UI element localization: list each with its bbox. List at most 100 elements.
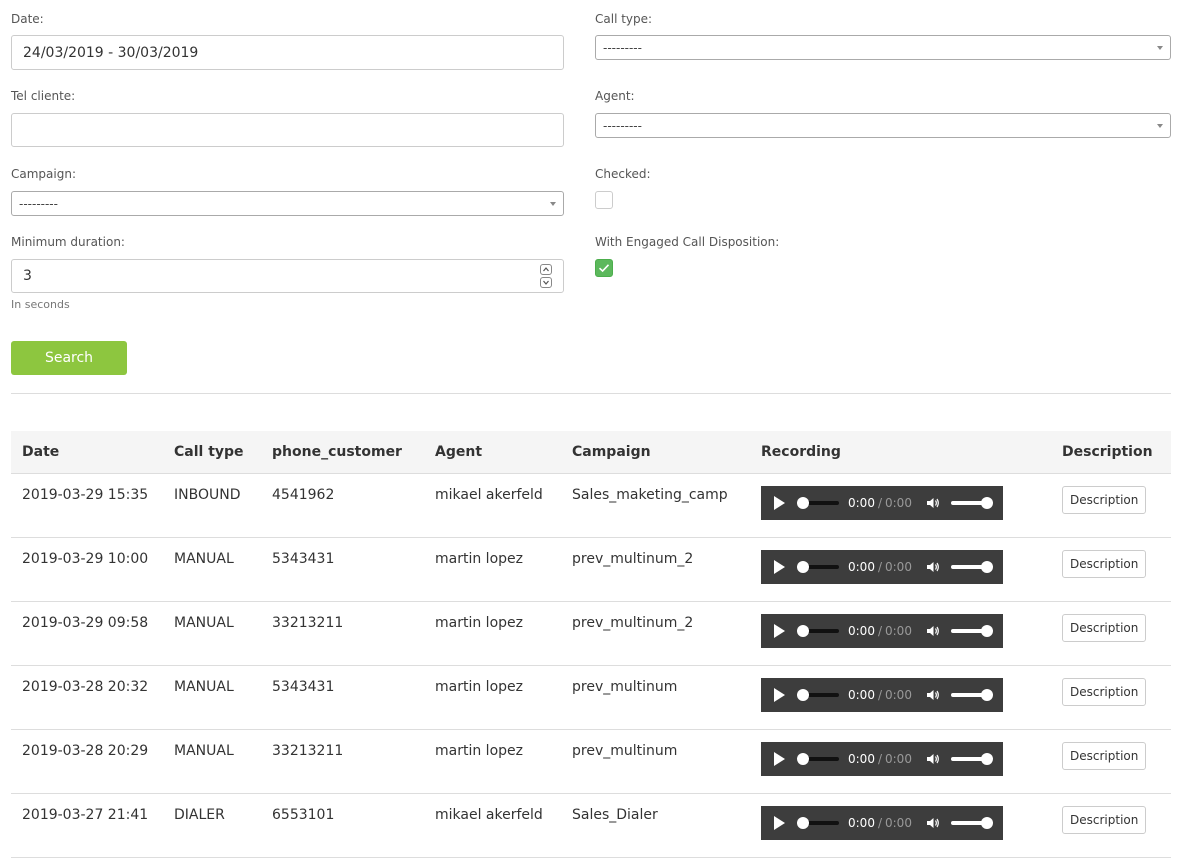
- volume-icon[interactable]: [926, 624, 940, 638]
- col-phone-customer: phone_customer: [261, 431, 424, 474]
- play-icon[interactable]: [774, 624, 785, 638]
- row-call-type: MANUAL: [174, 615, 234, 631]
- col-agent: Agent: [424, 431, 561, 474]
- audio-player[interactable]: 0:00 / 0:00: [761, 550, 1003, 584]
- volume-slider[interactable]: [950, 689, 993, 701]
- volume-icon[interactable]: [926, 752, 940, 766]
- seek-slider[interactable]: [797, 689, 839, 701]
- row-date: 2019-03-28 20:29: [22, 743, 149, 759]
- volume-handle[interactable]: [980, 625, 993, 637]
- time-separator: /: [877, 752, 882, 766]
- cell-campaign: prev_multinum: [561, 665, 750, 730]
- description-button[interactable]: Description: [1062, 678, 1147, 706]
- description-button[interactable]: Description: [1062, 614, 1147, 642]
- stepper-up-icon[interactable]: [540, 264, 552, 275]
- volume-handle[interactable]: [980, 561, 993, 573]
- date-range-input[interactable]: 24/03/2019 - 30/03/2019: [11, 35, 564, 70]
- volume-slider[interactable]: [950, 625, 993, 637]
- row-phone: 5343431: [272, 679, 335, 695]
- time-current: 0:00: [848, 624, 875, 638]
- cell-call-type: MANUAL: [163, 729, 261, 794]
- stepper-down-icon[interactable]: [540, 277, 552, 288]
- volume-slider[interactable]: [950, 497, 993, 509]
- description-button[interactable]: Description: [1062, 806, 1147, 834]
- min-duration-input[interactable]: 3: [11, 259, 564, 293]
- row-agent: mikael akerfeld: [435, 807, 543, 823]
- agent-select[interactable]: ---------: [595, 113, 1171, 138]
- volume-handle[interactable]: [980, 497, 993, 509]
- chevron-down-icon: [550, 201, 556, 206]
- seek-slider[interactable]: [797, 753, 839, 765]
- cell-campaign: prev_multinum: [561, 729, 750, 794]
- play-icon[interactable]: [774, 496, 785, 510]
- volume-handle[interactable]: [980, 689, 993, 701]
- col-recording: Recording: [750, 431, 1051, 474]
- row-phone: 5343431: [272, 551, 335, 567]
- play-icon[interactable]: [774, 816, 785, 830]
- cell-phone: 5343431: [261, 665, 424, 730]
- play-icon[interactable]: [774, 688, 785, 702]
- seek-handle[interactable]: [797, 497, 809, 509]
- table-row: 2019-03-29 10:00 MANUAL 5343431 martin l…: [11, 537, 1171, 602]
- volume-handle[interactable]: [980, 753, 993, 765]
- time-duration: 0:00: [885, 816, 912, 830]
- audio-player[interactable]: 0:00 / 0:00: [761, 806, 1003, 840]
- search-button[interactable]: Search: [11, 341, 127, 375]
- call-type-select[interactable]: ---------: [595, 35, 1171, 60]
- row-campaign: Sales_maketing_camp: [572, 487, 728, 503]
- seek-slider[interactable]: [797, 625, 839, 637]
- checked-checkbox[interactable]: [595, 191, 613, 209]
- cell-recording: 0:00 / 0:00: [750, 473, 1051, 538]
- call-type-selected: ---------: [603, 40, 642, 55]
- cell-recording: 0:00 / 0:00: [750, 665, 1051, 730]
- volume-handle[interactable]: [980, 817, 993, 829]
- number-stepper[interactable]: [540, 264, 552, 288]
- seek-handle[interactable]: [797, 817, 809, 829]
- agent-label: Agent:: [595, 89, 635, 103]
- time-separator: /: [877, 816, 882, 830]
- seek-slider[interactable]: [797, 561, 839, 573]
- audio-player[interactable]: 0:00 / 0:00: [761, 486, 1003, 520]
- cell-phone: 33213211: [261, 601, 424, 666]
- volume-icon[interactable]: [926, 688, 940, 702]
- description-button[interactable]: Description: [1062, 742, 1147, 770]
- row-phone: 6553101: [272, 807, 335, 823]
- engaged-checkbox[interactable]: [595, 259, 613, 277]
- audio-player[interactable]: 0:00 / 0:00: [761, 742, 1003, 776]
- tel-cliente-input[interactable]: [11, 113, 564, 147]
- seek-handle[interactable]: [797, 689, 809, 701]
- volume-slider[interactable]: [950, 817, 993, 829]
- volume-slider[interactable]: [950, 561, 993, 573]
- volume-icon[interactable]: [926, 560, 940, 574]
- row-date: 2019-03-29 15:35: [22, 487, 149, 503]
- description-button[interactable]: Description: [1062, 550, 1147, 578]
- volume-icon[interactable]: [926, 816, 940, 830]
- seek-handle[interactable]: [797, 625, 809, 637]
- audio-player[interactable]: 0:00 / 0:00: [761, 614, 1003, 648]
- cell-date: 2019-03-28 20:32: [11, 665, 163, 730]
- table-row: 2019-03-27 21:41 DIALER 6553101 mikael a…: [11, 793, 1171, 858]
- campaign-label: Campaign:: [11, 167, 76, 181]
- volume-slider[interactable]: [950, 753, 993, 765]
- row-campaign: prev_multinum_2: [572, 551, 694, 567]
- seek-slider[interactable]: [797, 817, 839, 829]
- play-icon[interactable]: [774, 560, 785, 574]
- table-row: 2019-03-28 20:29 MANUAL 33213211 martin …: [11, 729, 1171, 794]
- chevron-down-icon: [1157, 123, 1163, 128]
- seek-slider[interactable]: [797, 497, 839, 509]
- audio-player[interactable]: 0:00 / 0:00: [761, 678, 1003, 712]
- campaign-selected: ---------: [19, 196, 58, 211]
- cell-agent: martin lopez: [424, 729, 561, 794]
- cell-recording: 0:00 / 0:00: [750, 601, 1051, 666]
- play-icon[interactable]: [774, 752, 785, 766]
- description-button[interactable]: Description: [1062, 486, 1147, 514]
- seek-handle[interactable]: [797, 561, 809, 573]
- time-separator: /: [877, 688, 882, 702]
- cell-phone: 5343431: [261, 537, 424, 602]
- checkmark-icon: [598, 264, 610, 273]
- campaign-select[interactable]: ---------: [11, 191, 564, 216]
- table-row: 2019-03-28 20:32 MANUAL 5343431 martin l…: [11, 665, 1171, 730]
- seek-handle[interactable]: [797, 753, 809, 765]
- cell-description: Description: [1051, 793, 1171, 858]
- volume-icon[interactable]: [926, 496, 940, 510]
